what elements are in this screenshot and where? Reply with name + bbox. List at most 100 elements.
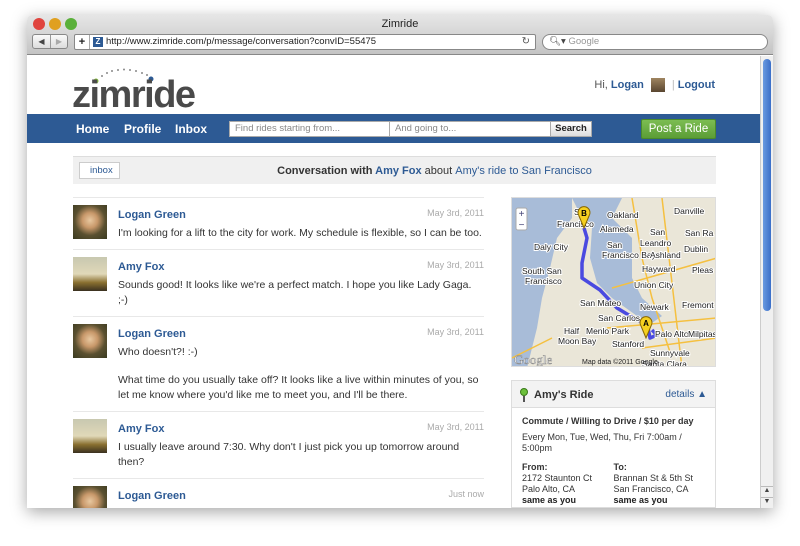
svg-text:A: A (643, 319, 649, 328)
title-bar: Zimride ◀ ▶ + Zhttp://www.zimride.com/p/me… (27, 15, 773, 55)
message-item: Logan Green May 3rd, 2011 I'm looking for … (73, 197, 484, 249)
ride-link[interactable]: Amy's ride to San Francisco (455, 165, 592, 177)
nav-home[interactable]: Home (76, 122, 109, 136)
route-map[interactable]: Oakland Alameda San Leandro Daly City San Fran… (511, 197, 716, 367)
user-link[interactable]: Logan (611, 79, 644, 91)
ride-schedule: Every Mon, Tue, Wed, Thu, Fri 7:00am / 5… (522, 432, 682, 453)
map-label: Menlo Park (586, 326, 630, 336)
message-text: Sounds good! It looks like we're a perfe… (118, 279, 472, 306)
map-label: Stanford (612, 339, 644, 349)
message-date: May 3rd, 2011 (427, 422, 484, 432)
add-bookmark-icon[interactable]: + (75, 35, 90, 49)
map-label: Moon Bay (558, 336, 597, 346)
message-text: Sounds good! (118, 507, 484, 508)
browser-window: Zimride ◀ ▶ + Zhttp://www.zimride.com/p/me… (27, 15, 773, 508)
map-label: San (607, 240, 622, 250)
map-label: Dublin (684, 244, 708, 254)
map-label: Oakland (607, 210, 639, 220)
message-text: I usually leave around 7:30. Why don't I… (118, 441, 460, 468)
nav-profile[interactable]: Profile (124, 122, 161, 136)
map-label: Sunnyvale (650, 348, 690, 358)
map-label: San Mateo (580, 298, 621, 308)
scroll-up-arrow[interactable]: ▲ (761, 486, 773, 497)
scroll-down-arrow[interactable]: ▼ (761, 497, 773, 508)
ride-to: To: Brannan St & 5th St San Francisco, CA s… (614, 462, 706, 506)
map-canvas[interactable]: OaklandAlameda SanLeandroDaly City SanFran… (512, 198, 716, 367)
ride-title: Amy's Ride (534, 389, 594, 401)
map-label: Danville (674, 206, 705, 216)
window-title: Zimride (381, 18, 419, 30)
map-label: Fremont (682, 300, 714, 310)
message-date: May 3rd, 2011 (427, 327, 484, 337)
user-avatar[interactable] (650, 78, 665, 92)
ride-from-input[interactable]: Find rides starting from... (229, 121, 390, 137)
map-label: Hayward (642, 264, 676, 274)
message-date: Just now (448, 489, 484, 499)
map-pin-icon (520, 388, 528, 402)
zoom-out-button[interactable]: − (519, 220, 525, 231)
map-label: Francisco (557, 219, 594, 229)
message-text: I'm looking for a lift to the city for w… (118, 227, 482, 239)
message-item: Logan Green May 3rd, 2011 Who doesn't?! :-… (73, 316, 484, 411)
message-text: Who doesn't?! :-) (118, 346, 198, 358)
address-bar[interactable]: + Zhttp://www.zimride.com/p/message/conve… (74, 34, 536, 50)
user-greeting: Hi, Logan | Logout (594, 78, 715, 92)
map-label: Alameda (600, 224, 634, 234)
avatar[interactable] (73, 419, 107, 453)
nav-inbox[interactable]: Inbox (175, 122, 207, 136)
map-label: San Ra (685, 228, 714, 238)
back-button[interactable]: ◀ (33, 35, 50, 48)
message-item: Logan GreenJust now Sounds good! (73, 478, 484, 508)
map-label: Palo Alto (655, 329, 689, 339)
map-label: San Carlos (598, 313, 640, 323)
svg-text:B: B (581, 209, 587, 218)
nav-bar: Home Profile Inbox Find rides starting f… (27, 114, 760, 143)
map-label: Francisco Bay (602, 250, 657, 260)
avatar[interactable] (73, 324, 107, 358)
avatar[interactable] (73, 205, 107, 239)
map-zoom-control[interactable]: +− (515, 207, 528, 231)
logout-link[interactable]: Logout (678, 79, 715, 91)
map-label: Ashland (650, 250, 681, 260)
message-text: What time do you usually take off? It lo… (118, 374, 479, 401)
map-label: Half (564, 326, 580, 336)
message-item: Amy Fox May 3rd, 2011 I usually leave arou… (73, 411, 484, 478)
browser-search-input[interactable]: 🔍︎▾ Google (542, 34, 768, 50)
search-button[interactable]: Search (550, 121, 592, 137)
avatar[interactable] (73, 486, 107, 508)
reload-icon[interactable]: ↻ (522, 35, 530, 49)
scrollbar[interactable]: ▲ ▼ (760, 56, 773, 508)
map-label: Pleas (692, 265, 713, 275)
avatar[interactable] (73, 257, 107, 291)
url-text: http://www.zimride.com/p/message/convers… (106, 36, 377, 47)
details-toggle[interactable]: details ▲ (665, 389, 707, 400)
scrollbar-thumb[interactable] (763, 59, 771, 311)
map-label: Union City (634, 280, 674, 290)
map-label: San (650, 227, 665, 237)
zimride-logo[interactable]: zimride (72, 66, 202, 121)
search-icon: 🔍︎▾ (549, 36, 566, 47)
page: zimride Hi, Logan | Logout Home Profile Inb… (27, 56, 760, 508)
map-label: Daly City (534, 242, 569, 252)
conversation-header: inbox Conversation with Amy Fox about Am… (73, 156, 716, 184)
message-date: May 3rd, 2011 (427, 260, 484, 270)
ride-from: From: 2172 Staunton Ct Palo Alto, CA same a… (522, 462, 614, 506)
map-attribution: Map data ©2011 Google (582, 358, 658, 366)
post-ride-button[interactable]: Post a Ride (641, 119, 716, 139)
message-item: Amy Fox May 3rd, 2011 Sounds good! It look… (73, 249, 484, 316)
message-date: May 3rd, 2011 (427, 208, 484, 218)
map-label: South San (522, 266, 562, 276)
zoom-in-button[interactable]: + (519, 209, 525, 220)
ride-summary: Commute / Willing to Drive / $10 per day (522, 416, 694, 426)
message-list: Logan Green May 3rd, 2011 I'm looking for … (73, 197, 484, 508)
map-label: Newark (640, 302, 670, 312)
map-label: Milpitas (688, 329, 716, 339)
to-note: same as you (613, 495, 668, 505)
ride-to-input[interactable]: And going to... (389, 121, 551, 137)
favicon-icon: Z (93, 37, 103, 47)
forward-button[interactable]: ▶ (50, 35, 67, 48)
message-author[interactable]: Logan Green (118, 490, 484, 502)
map-label: Francisco (525, 276, 562, 286)
google-logo: Google (514, 352, 553, 367)
contact-link[interactable]: Amy Fox (375, 165, 421, 177)
